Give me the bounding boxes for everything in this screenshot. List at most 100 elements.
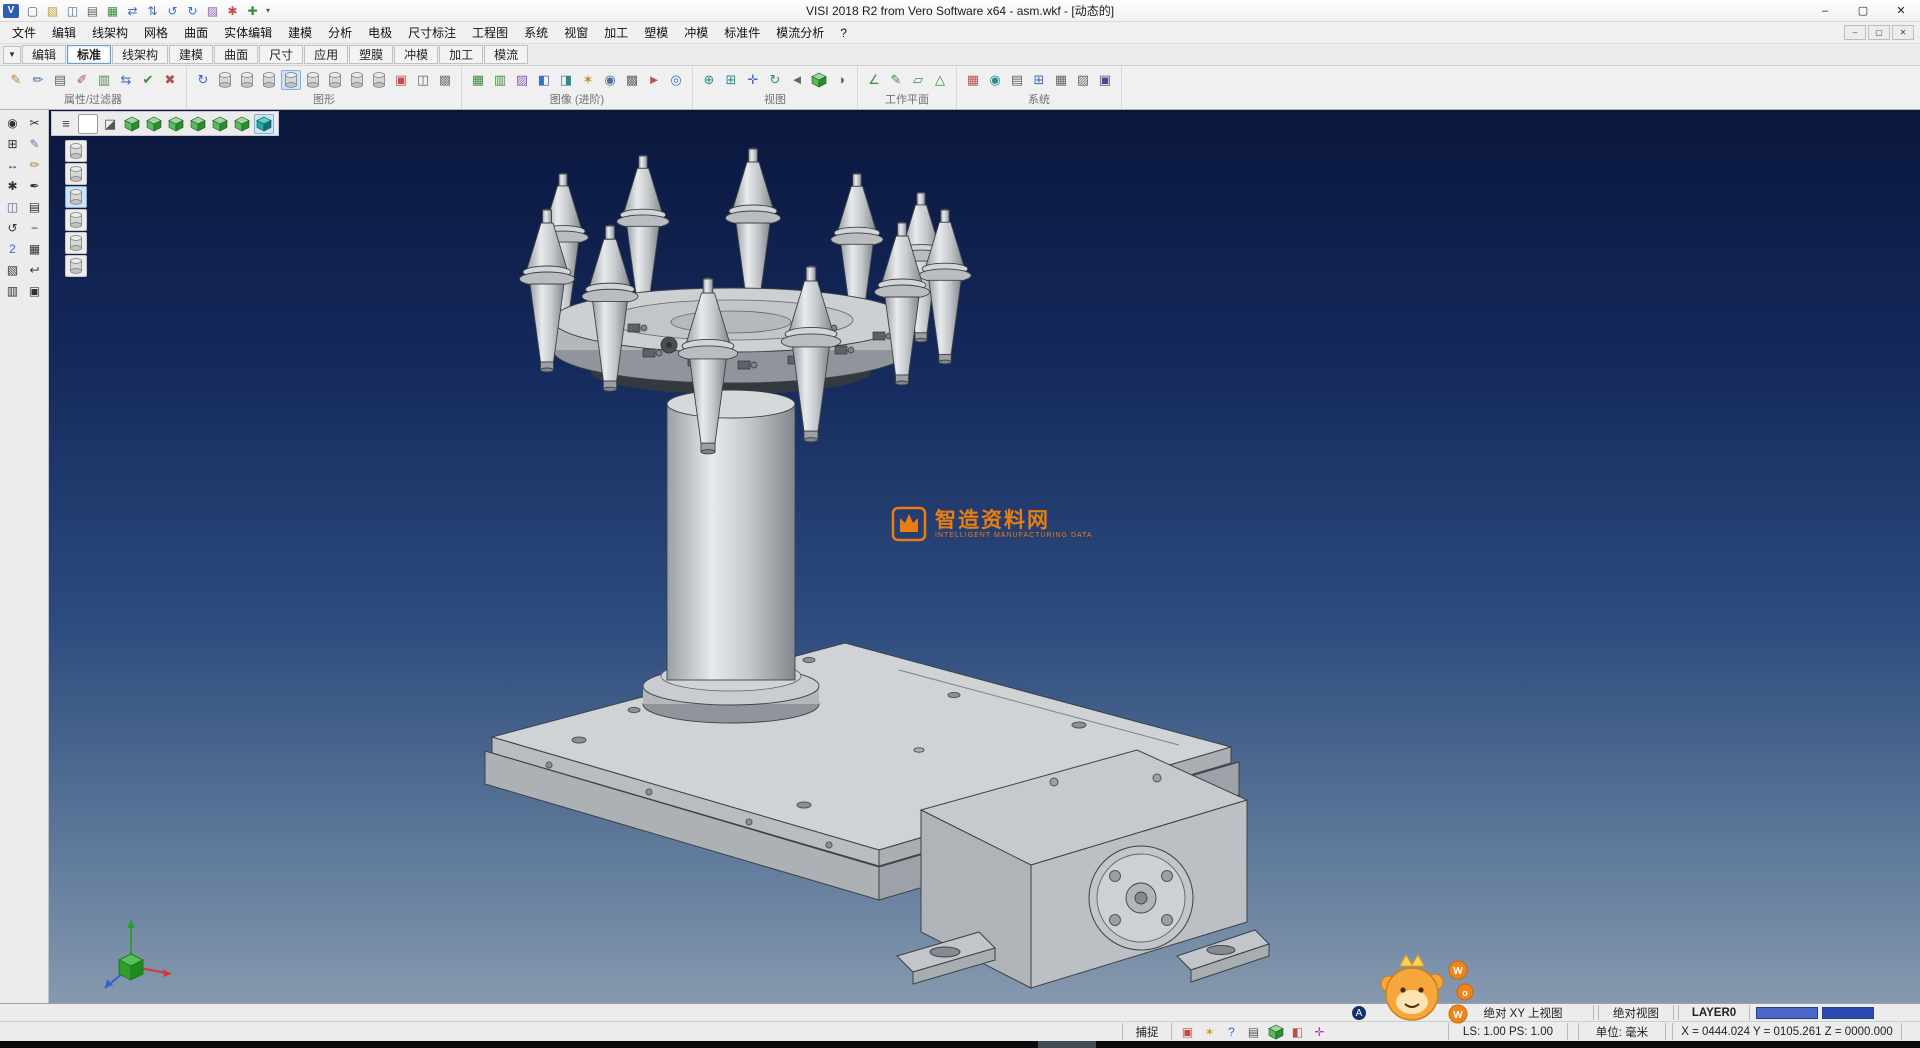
observe-icon[interactable]: ◎ <box>666 70 686 90</box>
attribute-pen-icon[interactable]: ✎ <box>6 70 26 90</box>
render-pair-icon[interactable]: ▥ <box>490 70 510 90</box>
tab-dropdown-button[interactable]: ▼ <box>3 46 21 64</box>
tab-加工[interactable]: 加工 <box>439 45 483 64</box>
filter-red-icon[interactable]: ✐ <box>72 70 92 90</box>
menu-item-10[interactable]: 尺寸标注 <box>400 22 464 43</box>
workplane-edit-icon[interactable]: ✎ <box>886 70 906 90</box>
print-status-icon[interactable]: ▤ <box>1244 1023 1263 1040</box>
solid-view-7-icon[interactable] <box>347 70 367 90</box>
table-icon[interactable]: ▦ <box>1051 70 1071 90</box>
view-cube-front-icon[interactable] <box>166 114 186 134</box>
dynamic-view-4-icon[interactable] <box>65 209 87 231</box>
menu-item-18[interactable]: 模流分析 <box>768 22 832 43</box>
tool-star-icon[interactable]: ✱ <box>2 176 23 196</box>
help-icon[interactable]: ? <box>1222 1023 1241 1040</box>
tool-holder[interactable] <box>726 148 781 311</box>
menu-item-3[interactable]: 线架构 <box>84 22 136 43</box>
open-file-icon[interactable]: ▧ <box>43 2 62 19</box>
close-button[interactable]: ✕ <box>1882 0 1920 21</box>
minimize-button[interactable]: – <box>1806 0 1844 21</box>
viewport[interactable]: ≡ ◪ <box>49 110 1920 1003</box>
zoom-window-icon[interactable]: ⊞ <box>721 70 741 90</box>
display-settings-icon[interactable]: ▣ <box>1178 1023 1197 1040</box>
vp-menu-icon[interactable]: ≡ <box>56 114 76 134</box>
menu-item-17[interactable]: 标准件 <box>716 22 768 43</box>
highlight-icon[interactable]: ✶ <box>578 70 598 90</box>
color-grid-icon[interactable]: ▦ <box>963 70 983 90</box>
undo-icon[interactable]: ↺ <box>163 2 182 19</box>
dynamic-view-1-icon[interactable] <box>65 140 87 162</box>
pan-icon[interactable]: ✛ <box>743 70 763 90</box>
snap-toggle[interactable]: 捕捉 <box>1122 1023 1172 1040</box>
workplane-new-icon[interactable]: ∠ <box>864 70 884 90</box>
mesh-view-icon[interactable]: ▩ <box>622 70 642 90</box>
dynamic-view-6-icon[interactable] <box>65 255 87 277</box>
document-icon[interactable]: ▤ <box>24 197 45 217</box>
absolute-mode-badge[interactable]: A <box>1352 1006 1366 1020</box>
import-icon[interactable]: ⇄ <box>123 2 142 19</box>
trim-icon[interactable]: ✂ <box>24 113 45 133</box>
grid-icon[interactable]: ⊞ <box>2 134 23 154</box>
solid-view-active-icon[interactable] <box>281 70 301 90</box>
minus-tool-icon[interactable]: − <box>24 218 45 238</box>
save-icon[interactable]: ◫ <box>63 2 82 19</box>
workplane-view-icon[interactable]: △ <box>930 70 950 90</box>
menu-item-14[interactable]: 加工 <box>596 22 636 43</box>
shaded-box-icon[interactable]: ▩ <box>435 70 455 90</box>
hatch-tool-icon[interactable]: ▦ <box>24 239 45 259</box>
sketch-pen-icon[interactable]: ✎ <box>24 134 45 154</box>
ink-edit-icon[interactable]: ✒ <box>24 176 45 196</box>
window-tool-icon[interactable]: ▧ <box>2 260 23 280</box>
swap-attributes-icon[interactable]: ⇆ <box>116 70 136 90</box>
select-icon[interactable]: ◉ <box>2 113 23 133</box>
view-cube-shaded-icon[interactable] <box>254 114 274 134</box>
hatch-icon[interactable]: ▨ <box>1073 70 1093 90</box>
attribute-brush-icon[interactable]: ✏ <box>28 70 48 90</box>
menu-item-7[interactable]: 建模 <box>280 22 320 43</box>
copy-tool-icon[interactable]: ▣ <box>24 281 45 301</box>
view-cube-bottom-icon[interactable] <box>232 114 252 134</box>
view-cube-top-icon[interactable] <box>144 114 164 134</box>
target-point-icon[interactable]: ◉ <box>600 70 620 90</box>
menu-item-6[interactable]: 实体编辑 <box>216 22 280 43</box>
doc-close-button[interactable]: ✕ <box>1892 25 1914 40</box>
print-icon[interactable]: ▤ <box>83 2 102 19</box>
export-icon[interactable]: ⇅ <box>143 2 162 19</box>
quick-tool-icon[interactable]: ✶ <box>1200 1023 1219 1040</box>
dimension-icon[interactable]: ↔ <box>2 155 23 175</box>
menu-item-16[interactable]: 冲模 <box>676 22 716 43</box>
shade-half-right-icon[interactable]: ◨ <box>556 70 576 90</box>
regen-icon[interactable]: ↻ <box>193 70 213 90</box>
rotate-view-icon[interactable]: ↻ <box>765 70 785 90</box>
tab-模流[interactable]: 模流 <box>484 45 528 64</box>
back-arrow-icon[interactable]: ↩ <box>24 260 45 280</box>
menu-item-9[interactable]: 电极 <box>360 22 400 43</box>
view-reference-field[interactable]: 绝对视图 <box>1598 1005 1674 1020</box>
shade-mode-icon[interactable]: ◑ <box>831 70 851 90</box>
dynamic-view-5-icon[interactable] <box>65 232 87 254</box>
play-animation-icon[interactable]: ► <box>644 70 664 90</box>
solid-view-1-icon[interactable] <box>215 70 235 90</box>
layer-field[interactable]: LAYER0 <box>1678 1005 1750 1020</box>
axis-tool-icon[interactable]: ✛ <box>1310 1023 1329 1040</box>
calculator-icon[interactable]: ▤ <box>1007 70 1027 90</box>
solid-view-8-icon[interactable] <box>369 70 389 90</box>
settings-icon[interactable]: ✱ <box>223 2 242 19</box>
erase-attributes-icon[interactable]: ✖ <box>160 70 180 90</box>
tab-冲模[interactable]: 冲模 <box>394 45 438 64</box>
tab-编辑[interactable]: 编辑 <box>22 45 66 64</box>
texture-icon[interactable]: ▨ <box>512 70 532 90</box>
plot-icon[interactable]: ▦ <box>103 2 122 19</box>
system-chip-icon[interactable]: ▣ <box>1095 70 1115 90</box>
save-local-icon[interactable]: ◫ <box>2 197 23 217</box>
doc-minimize-button[interactable]: – <box>1844 25 1866 40</box>
solid-view-3-icon[interactable] <box>259 70 279 90</box>
solid-view-5-icon[interactable] <box>303 70 323 90</box>
tab-曲面[interactable]: 曲面 <box>214 45 258 64</box>
layer-manager-icon[interactable]: ▥ <box>94 70 114 90</box>
menu-item-15[interactable]: 塑模 <box>636 22 676 43</box>
tab-建模[interactable]: 建模 <box>169 45 213 64</box>
tab-线架构[interactable]: 线架构 <box>112 45 168 64</box>
cube-multi-icon[interactable] <box>1266 1023 1285 1040</box>
menu-item-11[interactable]: 工程图 <box>464 22 516 43</box>
